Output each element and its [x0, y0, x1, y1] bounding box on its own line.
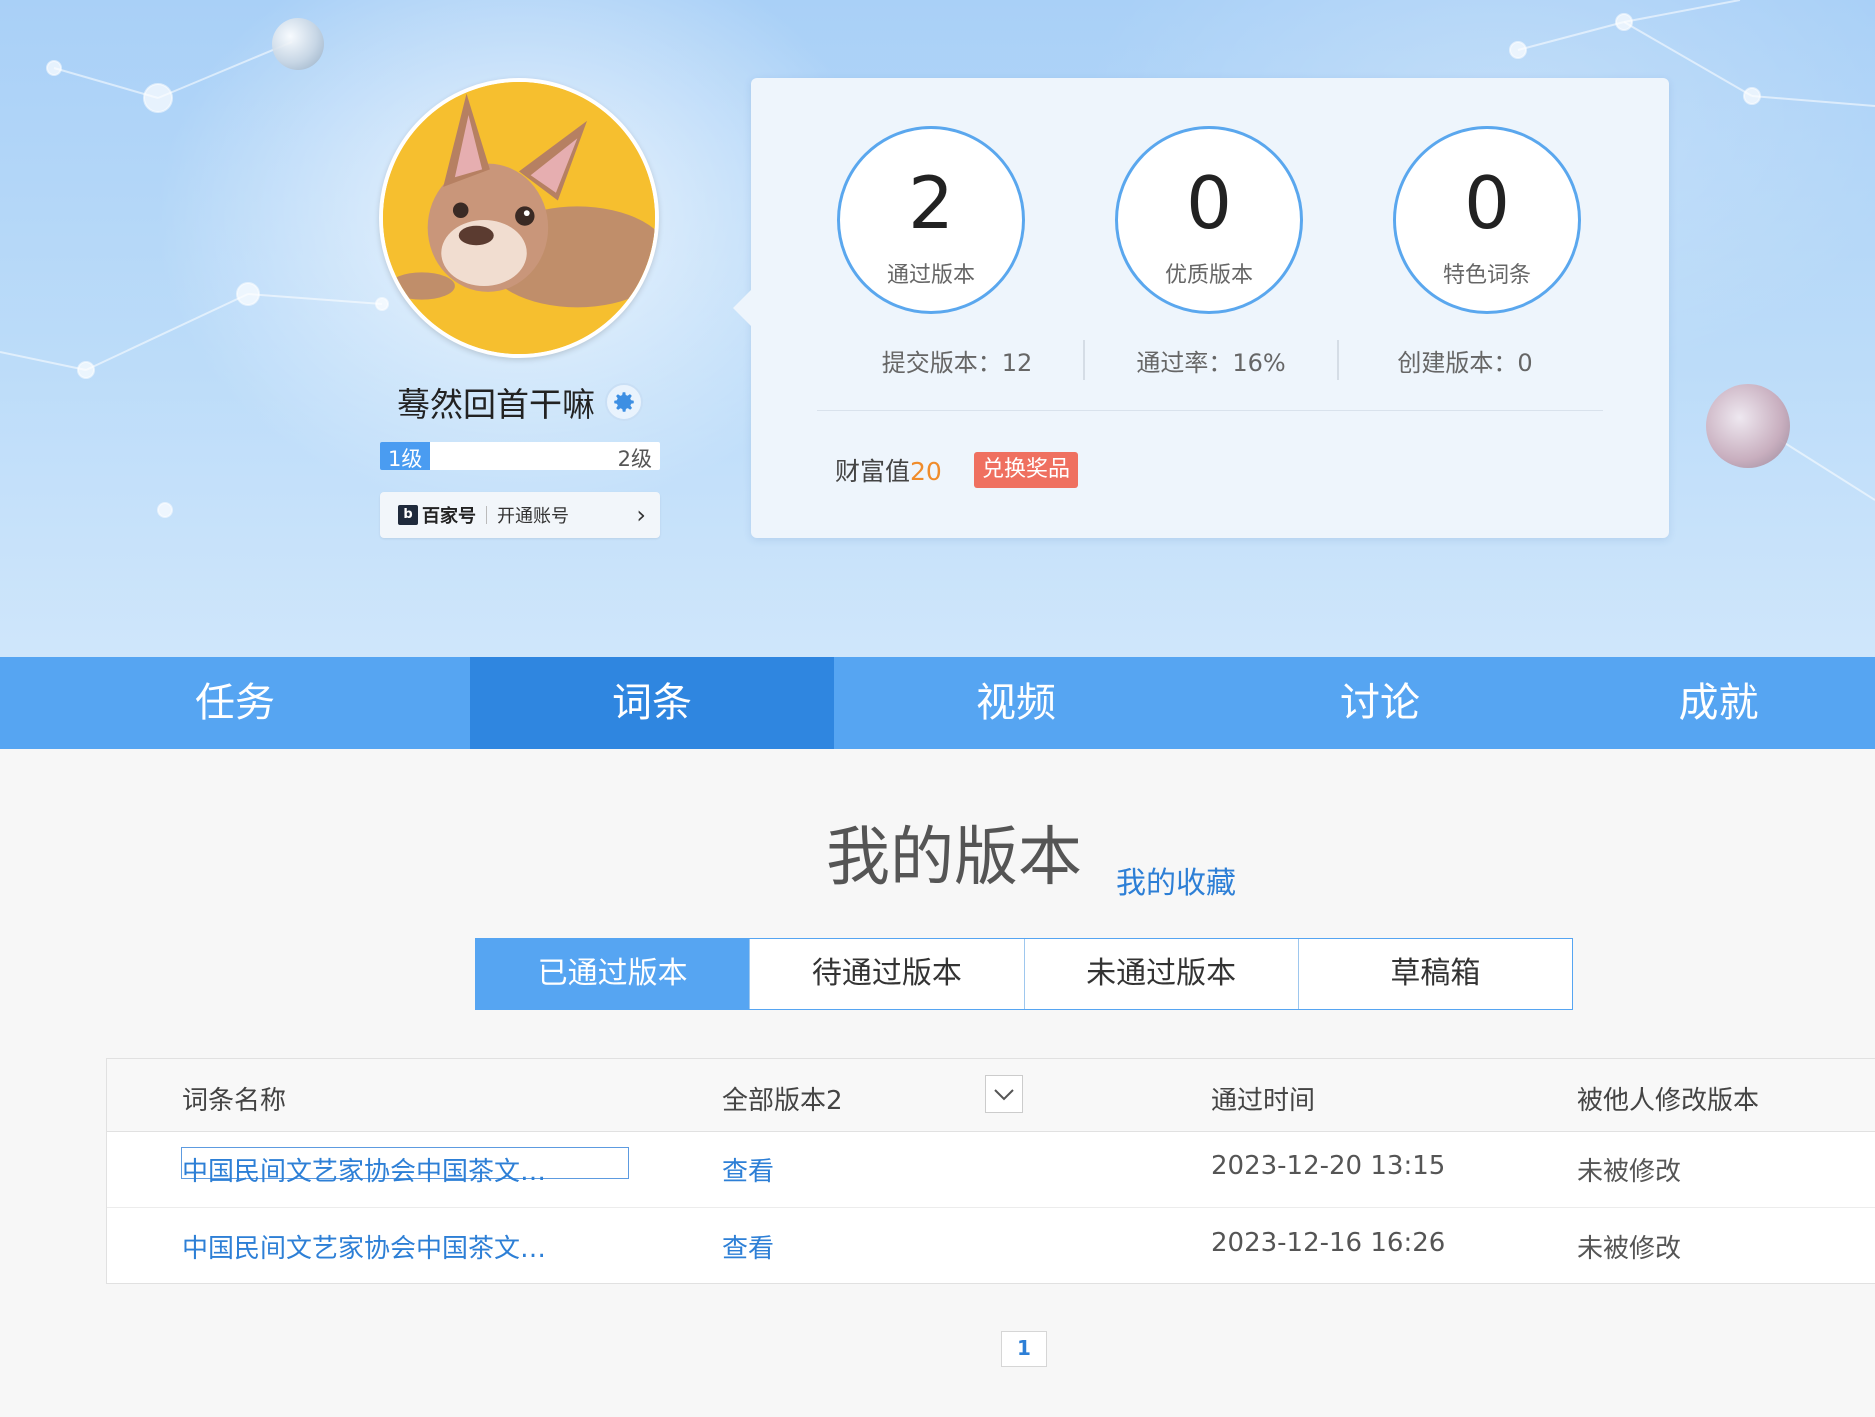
versions-table: 词条名称 全部版本2 通过时间 被他人修改版本 中国民间文艺家协会中国茶文… 查…: [106, 1058, 1875, 1284]
wealth-label: 财富值: [835, 457, 911, 486]
column-header-entry-name: 词条名称: [182, 1086, 287, 1116]
decorative-bubble: [272, 18, 324, 70]
username-row: 蓦然回首干嘛: [380, 380, 660, 424]
pass-time: 2023-12-16 16:26: [1211, 1228, 1446, 1258]
profile-banner: 蓦然回首干嘛 1级 2级 b 百家号 开通账号 › 2 通过版本 0 优质版本: [0, 0, 1875, 657]
baijia-logo: b 百家号: [398, 502, 476, 528]
level-progress-bar: 1级 2级: [380, 442, 660, 470]
sub-stats: 提交版本：12 通过率：16% 创建版本：0: [831, 338, 1591, 382]
baijiahao-open-account-button[interactable]: b 百家号 开通账号 ›: [380, 492, 660, 538]
wealth-value: 20: [910, 457, 942, 486]
tab-approved[interactable]: 已通过版本: [476, 939, 750, 1009]
stat-label: 优质版本: [1164, 263, 1253, 288]
modification-status: 未被修改: [1577, 1157, 1682, 1187]
avatar[interactable]: [379, 78, 659, 358]
stat-value: 2: [908, 161, 954, 245]
dog-avatar-image: [383, 82, 655, 354]
level-current: 1级: [388, 447, 423, 470]
main-nav: 任务 词条 视频 讨论 成就: [0, 657, 1875, 749]
table-row: 中国民间文艺家协会中国茶文… 查看 2023-12-20 13:15 未被修改: [107, 1131, 1875, 1208]
column-header-all-versions: 全部版本2: [722, 1086, 843, 1116]
stat-label: 通过版本: [886, 263, 975, 288]
nav-tab-achievements[interactable]: 成就: [1562, 657, 1875, 749]
tab-drafts[interactable]: 草稿箱: [1297, 939, 1572, 1009]
divider: [817, 410, 1603, 411]
wealth: 财富值20: [835, 452, 942, 488]
chevron-right-icon: ›: [636, 501, 646, 529]
gear-icon[interactable]: [605, 383, 643, 421]
stat-value: 0: [1186, 161, 1232, 245]
exchange-prize-button[interactable]: 兑换奖品: [974, 452, 1079, 488]
submitted-versions: 提交版本：12: [881, 348, 1033, 377]
entry-name-link[interactable]: 中国民间文艺家协会中国茶文…: [182, 1151, 546, 1188]
pass-time: 2023-12-20 13:15: [1211, 1151, 1446, 1181]
page-title: 我的版本: [826, 821, 1082, 895]
nav-tab-discussions[interactable]: 讨论: [1198, 657, 1562, 749]
stat-circle-featured: 0 特色词条: [1393, 126, 1581, 314]
table-row: 中国民间文艺家协会中国茶文… 查看 2023-12-16 16:26 未被修改: [107, 1208, 1875, 1284]
stats-card: 2 通过版本 0 优质版本 0 特色词条 提交版本：12 通过率：16% 创建版…: [733, 78, 1669, 538]
stat-circle-passed: 2 通过版本: [837, 126, 1025, 314]
column-header-modified-by-others: 被他人修改版本: [1577, 1086, 1760, 1116]
tab-rejected[interactable]: 未通过版本: [1023, 939, 1298, 1009]
divider: [486, 506, 487, 524]
view-link[interactable]: 查看: [722, 1151, 774, 1188]
nav-tab-videos[interactable]: 视频: [834, 657, 1198, 749]
nav-tab-entries[interactable]: 词条: [470, 657, 834, 749]
tab-pending[interactable]: 待通过版本: [749, 939, 1023, 1009]
my-favorites-link[interactable]: 我的收藏: [1116, 858, 1236, 902]
stat-circle-quality: 0 优质版本: [1115, 126, 1303, 314]
baijia-logo-text: 百家号: [422, 506, 476, 527]
created-versions: 创建版本：0: [1397, 348, 1533, 377]
decorative-bubble: [1706, 384, 1790, 468]
nav-tab-tasks[interactable]: 任务: [0, 657, 470, 749]
username[interactable]: 蓦然回首干嘛: [397, 378, 595, 426]
pass-rate: 通过率：16%: [1136, 348, 1286, 377]
stat-value: 0: [1464, 161, 1510, 245]
gear-icon-glyph: [614, 392, 634, 412]
stat-label: 特色词条: [1442, 263, 1531, 288]
level-next: 2级: [617, 447, 652, 470]
versions-filter-dropdown[interactable]: [985, 1075, 1023, 1113]
view-link[interactable]: 查看: [722, 1228, 774, 1265]
column-header-pass-time: 通过时间: [1211, 1086, 1316, 1116]
baijia-logo-icon: b: [398, 505, 418, 525]
modification-status: 未被修改: [1577, 1234, 1682, 1264]
version-tabs: 已通过版本 待通过版本 未通过版本 草稿箱: [475, 938, 1573, 1010]
chevron-down-icon: [994, 1089, 1014, 1101]
open-account-label: 开通账号: [497, 506, 569, 527]
pagination-page-1[interactable]: 1: [1001, 1331, 1047, 1367]
entry-name-link[interactable]: 中国民间文艺家协会中国茶文…: [182, 1228, 546, 1265]
table-header: 词条名称 全部版本2 通过时间 被他人修改版本: [107, 1059, 1875, 1132]
